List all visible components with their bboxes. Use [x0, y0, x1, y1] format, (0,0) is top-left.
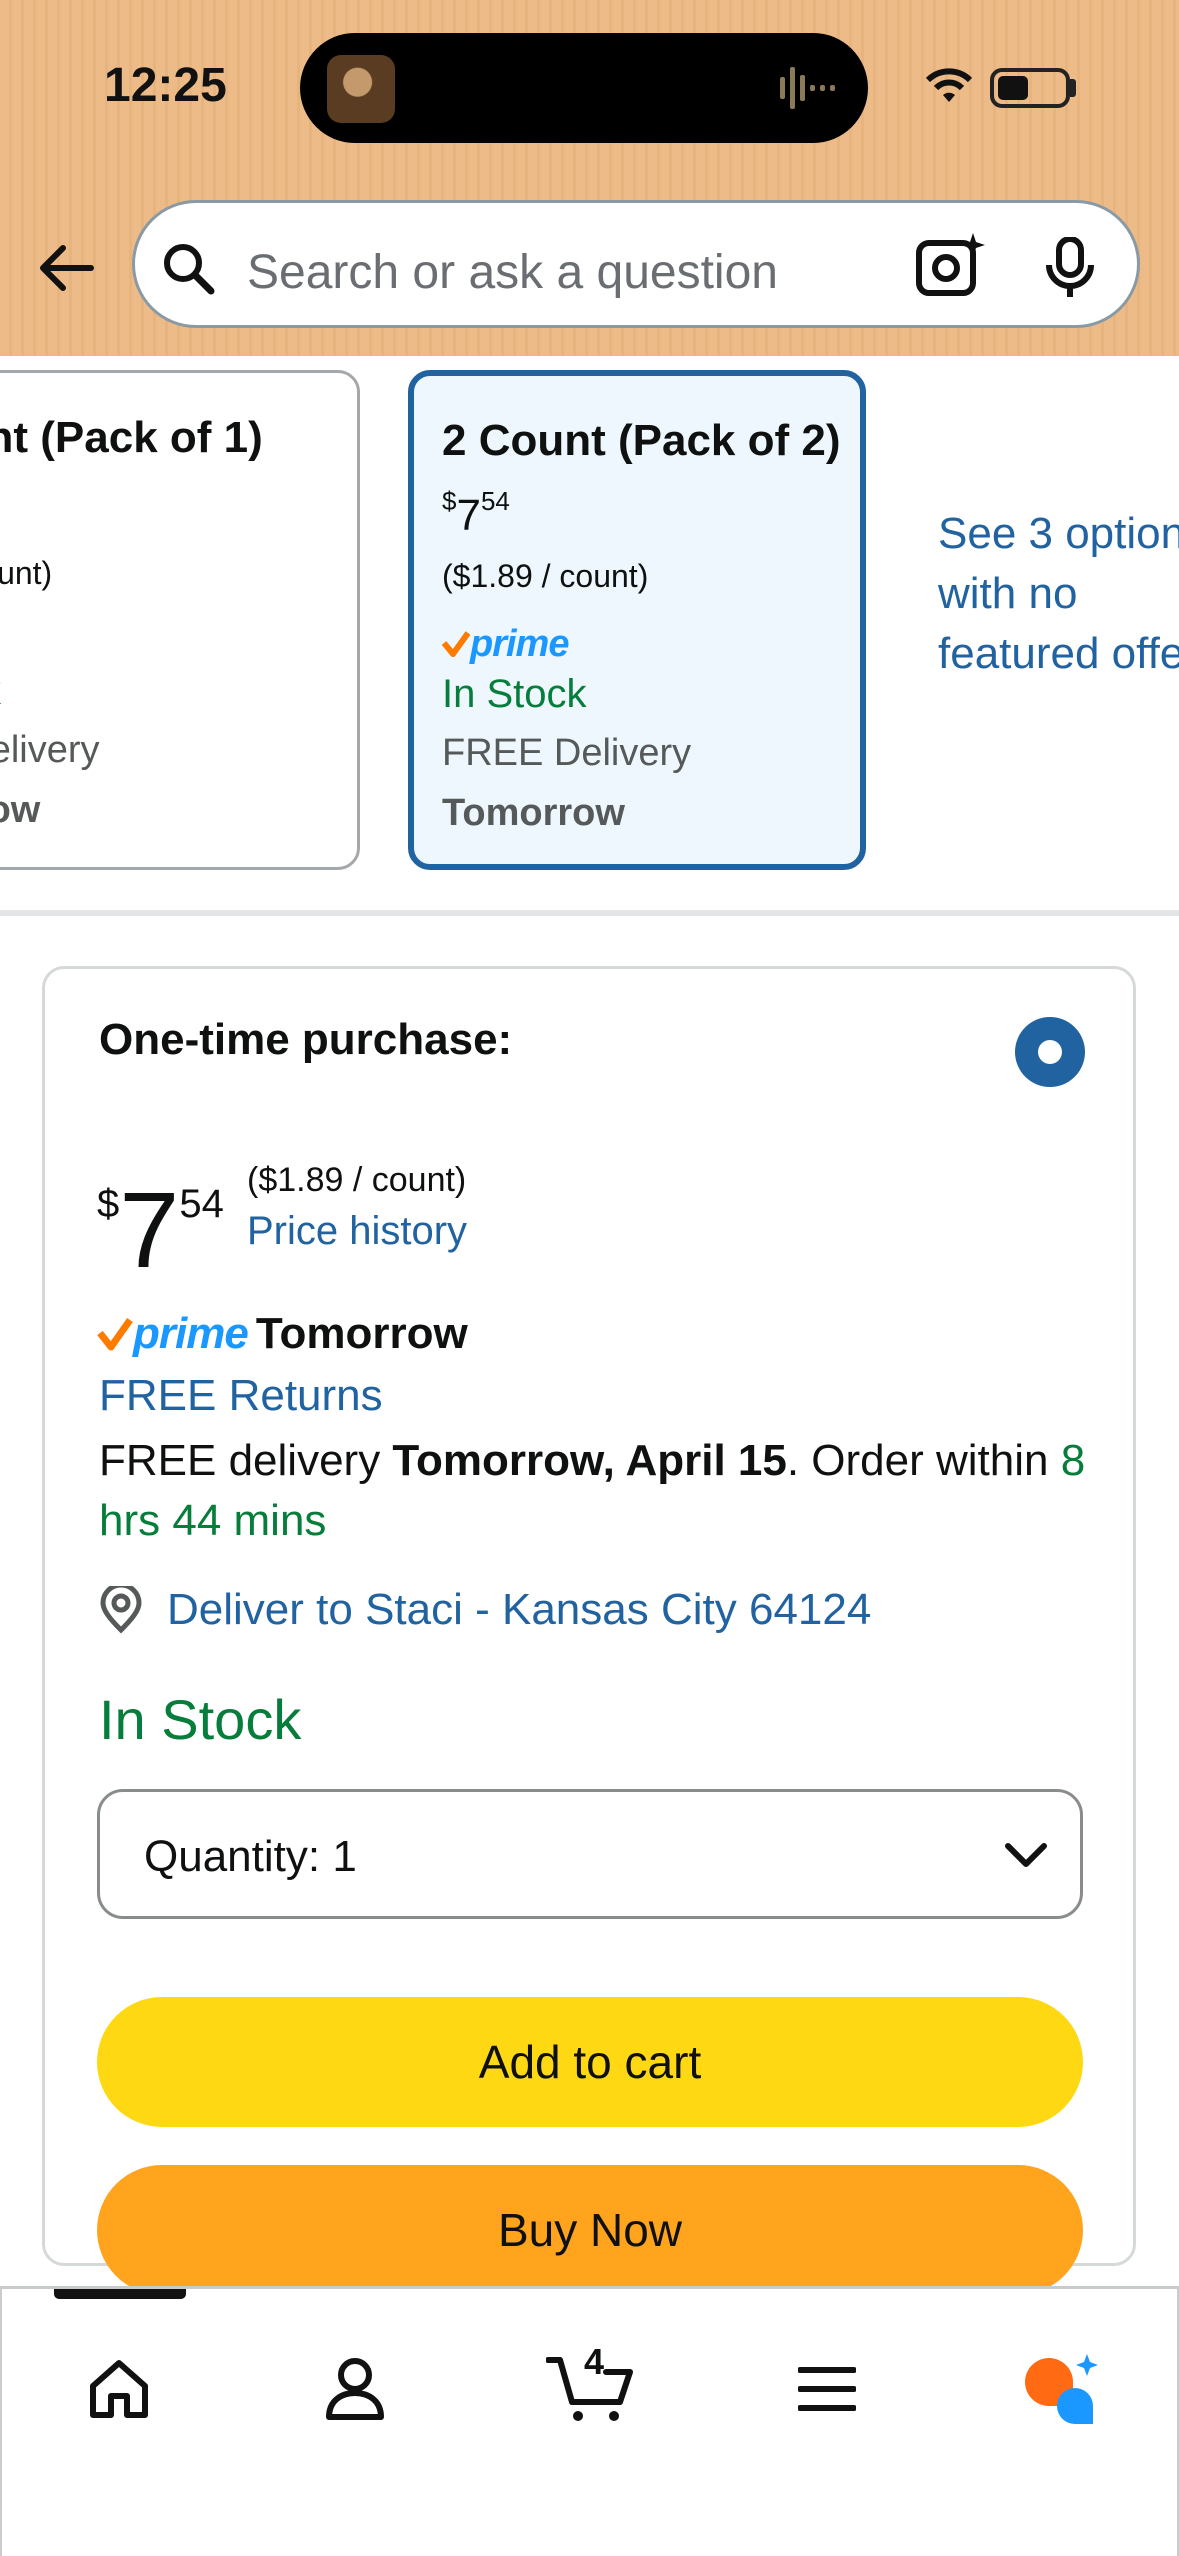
active-tab-indicator	[54, 2289, 186, 2299]
search-input[interactable]: Search or ask a question	[247, 245, 778, 300]
quantity-label: Quantity: 1	[144, 1832, 357, 1881]
delivery-date: Tomorrow, April 15	[392, 1436, 787, 1485]
prime-logo: prime	[133, 1309, 249, 1358]
home-icon	[90, 2360, 148, 2418]
now-playing-artwork[interactable]	[327, 55, 395, 123]
option-stock: In Stock	[442, 672, 587, 716]
option-title: 2 Count (Pack of 2)	[442, 416, 841, 465]
option-unit-price: ($1.89 / count)	[442, 558, 649, 594]
wifi-icon	[925, 68, 973, 102]
unit-price: ($1.89 / count)	[247, 1161, 467, 1199]
free-returns-link[interactable]: FREE Returns	[99, 1371, 383, 1421]
option-delivery: FREE Delivery	[442, 732, 692, 774]
battery-cap	[1070, 79, 1076, 97]
bottom-navigation: 4	[0, 2286, 1179, 2556]
quantity-select[interactable]: Quantity: 1	[97, 1789, 1083, 1919]
quantity-value: 1	[332, 1832, 357, 1881]
prime-delivery: prime Tomorrow	[97, 1309, 468, 1359]
one-time-purchase-radio[interactable]	[1015, 1017, 1085, 1087]
add-to-cart-button[interactable]: Add to cart	[97, 1997, 1083, 2127]
option-price: $754	[442, 486, 510, 540]
option-stock: Stock	[0, 669, 357, 729]
option-delivery-day: Tomorrow	[442, 792, 625, 834]
audio-wave-icon	[780, 67, 835, 109]
prime-delivery-day: Tomorrow	[255, 1309, 468, 1358]
nav-home[interactable]	[64, 2339, 174, 2439]
battery-icon	[990, 68, 1070, 108]
option-delivery: EE Delivery	[0, 729, 100, 771]
option-title: Count (Pack of 1)	[0, 413, 263, 462]
rufus-icon	[1025, 2354, 1098, 2424]
search-bar[interactable]: Search or ask a question	[132, 200, 1140, 328]
chevron-down-icon	[1005, 1843, 1047, 1867]
header: 12:25 Search or ask a question	[0, 0, 1179, 356]
variant-options: Count (Pack of 1) 77 89 / count) rime St…	[0, 356, 1179, 916]
camera-search-icon[interactable]	[915, 233, 985, 299]
prime-check-icon	[97, 1317, 133, 1351]
menu-icon	[798, 2367, 856, 2411]
purchase-type-heading: One-time purchase:	[99, 1015, 513, 1064]
nav-cart[interactable]: 4	[536, 2339, 646, 2439]
dynamic-island	[300, 33, 868, 143]
prime-badge: rime	[0, 613, 357, 669]
cart-count-badge: 4	[584, 2341, 605, 2382]
price-history-link[interactable]: Price history	[247, 1209, 467, 1254]
option-price: 77	[0, 483, 357, 555]
status-time: 12:25	[104, 59, 227, 112]
option-card-pack-of-2[interactable]: 2 Count (Pack of 2) $754 ($1.89 / count)…	[408, 370, 866, 870]
back-button[interactable]	[30, 228, 100, 308]
back-arrow-icon	[40, 245, 94, 291]
search-icon	[164, 244, 215, 295]
delivery-info: FREE delivery Tomorrow, April 15. Order …	[99, 1436, 1086, 1545]
buy-box: One-time purchase: $754 ($1.89 / count) …	[42, 966, 1136, 2295]
nav-rufus[interactable]	[1006, 2339, 1116, 2439]
buy-now-button[interactable]: Buy Now	[97, 2165, 1083, 2295]
account-icon	[326, 2358, 384, 2420]
see-more-options-link[interactable]: See 3 options with no featured offers	[938, 504, 1179, 684]
option-card-pack-of-1[interactable]: Count (Pack of 1) 77 89 / count) rime St…	[0, 370, 360, 870]
prime-badge: prime	[442, 616, 860, 672]
microphone-icon[interactable]	[1045, 237, 1095, 299]
option-delivery-day: morrow	[0, 789, 41, 831]
deliver-to-address: Deliver to Staci - Kansas City 64124	[167, 1585, 872, 1634]
option-unit-price: 89 / count)	[0, 555, 53, 591]
location-pin-icon	[100, 1586, 142, 1634]
stock-status: In Stock	[99, 1688, 302, 1751]
nav-account[interactable]	[300, 2339, 410, 2439]
prime-check-icon	[442, 631, 470, 657]
deliver-to-link[interactable]: Deliver to Staci - Kansas City 64124	[99, 1585, 871, 1635]
price: $754	[97, 1169, 224, 1290]
nav-menu[interactable]	[772, 2339, 882, 2439]
